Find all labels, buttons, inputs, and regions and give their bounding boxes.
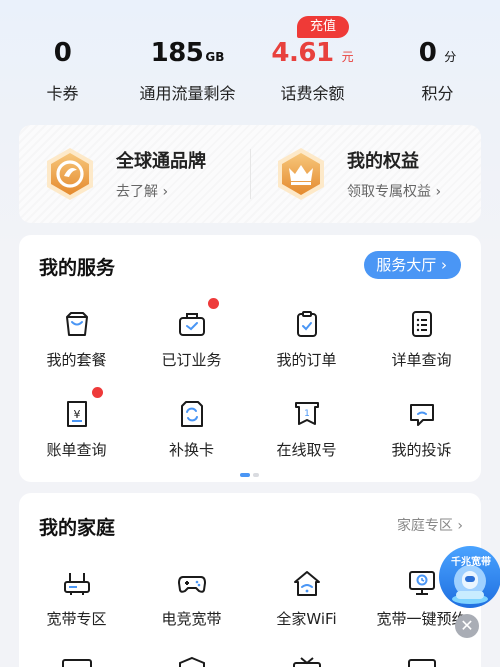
points-value: 0 (418, 38, 437, 68)
service-hall-button[interactable]: 服务大厅 › (364, 251, 461, 279)
chat-bubble-icon (409, 404, 434, 426)
my-benefits-entry[interactable]: 我的权益 领取专属权益 › (273, 125, 441, 223)
family-label: 全家WiFi (276, 610, 337, 628)
service-label: 补换卡 (168, 441, 214, 459)
recharge-badge[interactable]: 充值 (297, 16, 349, 38)
service-item-sim-replace[interactable]: 补换卡 (134, 399, 249, 460)
service-item-detail-query[interactable]: 详单查询 (364, 309, 479, 370)
balance-label: 话费余额 (280, 84, 345, 103)
gigabit-ad-badge-icon (439, 546, 500, 608)
service-label: 我的套餐 (46, 351, 107, 369)
ticket-number-icon: 1 (294, 402, 319, 425)
family-card: 我的家庭 家庭专区 › 宽带专区 电竞宽带 全家WiFi 宽带一键预约 (19, 493, 481, 667)
services-title: 我的服务 (39, 257, 116, 279)
next-row-device-icon (408, 659, 436, 667)
family-label: 电竞宽带 (161, 610, 222, 628)
family-label: 宽带专区 (46, 610, 107, 628)
sim-swap-icon (180, 401, 203, 427)
float-ad-close-button[interactable]: ✕ (455, 614, 479, 638)
bill-yuan-icon: ¥ (66, 401, 87, 427)
home-wifi-icon (293, 571, 320, 596)
service-item-my-plan[interactable]: 我的套餐 (19, 309, 134, 370)
family-item-whole-home-wifi[interactable]: 全家WiFi (249, 568, 364, 629)
balance-stat[interactable]: 4.61 元 话费余额 (250, 38, 375, 104)
balance-value: 4.61 (271, 38, 334, 68)
clipboard-check-icon (296, 311, 317, 337)
page-indicator (240, 473, 259, 477)
global-brand-entry[interactable]: 全球通品牌 去了解 › (42, 125, 206, 223)
family-zone-link[interactable]: 家庭专区 › (397, 515, 463, 535)
service-label: 详单查询 (391, 351, 452, 369)
page-indicator-active (240, 473, 250, 477)
crown-icon (278, 148, 324, 200)
shopping-bag-icon (65, 312, 88, 336)
monitor-clock-icon (408, 571, 435, 595)
account-stats: 0 卡券 185 GB 通用流量剩余 4.61 元 话费余额 0分 积分 充值 (0, 0, 500, 115)
service-item-subscribed[interactable]: 已订业务 (134, 309, 249, 370)
service-label: 账单查询 (46, 441, 107, 459)
data-remaining-value: 185 (150, 38, 204, 68)
global-brand-logo-icon (47, 148, 93, 200)
global-brand-title: 全球通品牌 (116, 151, 206, 172)
coupons-label: 卡券 (46, 84, 79, 103)
next-row-tv-icon (62, 659, 92, 667)
next-row-shield-icon (179, 656, 205, 667)
service-label: 我的投诉 (391, 441, 452, 459)
next-row-television-icon (293, 657, 321, 667)
svg-text:1: 1 (304, 409, 310, 419)
document-list-icon (411, 311, 432, 337)
family-title: 我的家庭 (39, 517, 116, 539)
points-label: 积分 (421, 84, 454, 103)
service-item-complaint[interactable]: 我的投诉 (364, 399, 479, 460)
gamepad-icon (177, 576, 206, 593)
data-remaining-unit: GB (205, 50, 225, 64)
points-stat[interactable]: 0分 积分 (375, 38, 500, 104)
page-indicator-inactive (253, 473, 259, 477)
points-unit: 分 (444, 50, 457, 64)
service-item-my-orders[interactable]: 我的订单 (249, 309, 364, 370)
brand-benefits-banner: 全球通品牌 去了解 › 我的权益 领取专属权益 › (19, 125, 481, 223)
service-label: 已订业务 (161, 351, 222, 369)
services-card: 我的服务 服务大厅 › 我的套餐 已订业务 我的订单 详单查询 ¥ 账单查询 补… (19, 235, 481, 482)
notification-dot (92, 387, 103, 398)
data-remaining-label: 通用流量剩余 (139, 84, 236, 103)
coupons-stat[interactable]: 0 卡券 (0, 38, 125, 104)
notification-dot (208, 298, 219, 309)
family-item-esports-broadband[interactable]: 电竞宽带 (134, 568, 249, 629)
balance-unit: 元 (341, 50, 354, 64)
svg-text:¥: ¥ (73, 408, 80, 421)
coupons-value: 0 (53, 38, 72, 68)
service-label: 我的订单 (276, 351, 337, 369)
family-item-broadband[interactable]: 宽带专区 (19, 568, 134, 629)
global-brand-subtitle: 去了解 › (116, 184, 169, 200)
service-label: 在线取号 (276, 441, 337, 459)
service-item-bill-query[interactable]: ¥ 账单查询 (19, 399, 134, 460)
briefcase-check-icon (178, 313, 205, 336)
data-remaining-stat[interactable]: 185 GB 通用流量剩余 (125, 38, 250, 104)
close-icon: ✕ (460, 616, 474, 635)
my-benefits-title: 我的权益 (347, 151, 419, 172)
gigabit-broadband-float-ad[interactable]: 千兆宽带 (436, 541, 500, 613)
router-icon (63, 573, 90, 595)
service-item-online-queue[interactable]: 1 在线取号 (249, 399, 364, 460)
gigabit-ad-text: 千兆宽带 (451, 557, 491, 568)
banner-divider (250, 149, 251, 199)
my-benefits-subtitle: 领取专属权益 › (347, 184, 442, 200)
